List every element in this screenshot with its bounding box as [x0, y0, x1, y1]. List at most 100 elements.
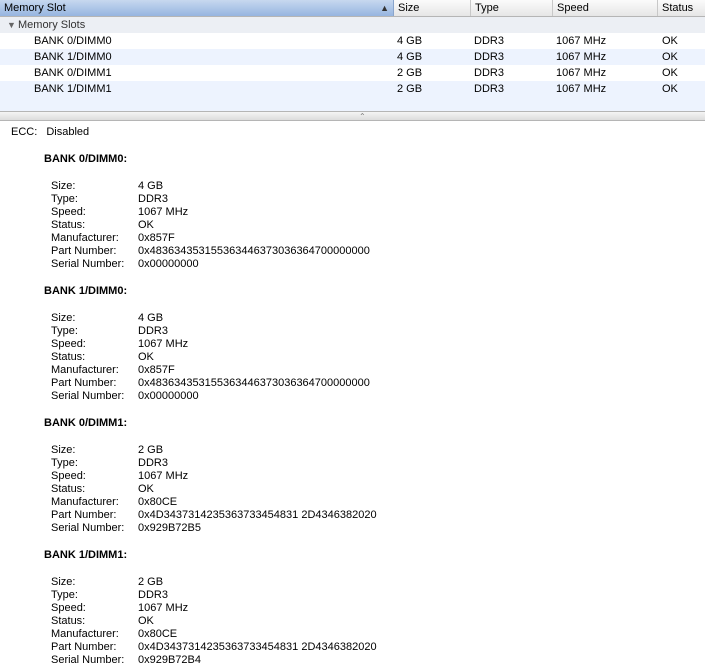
ecc-label: ECC: [11, 126, 38, 138]
manufacturer-value: 0x857F [138, 364, 175, 376]
cell-status: OK [662, 35, 678, 47]
type-value: DDR3 [138, 325, 168, 337]
type-label: Type: [51, 325, 78, 337]
cell-type: DDR3 [474, 67, 504, 79]
size-value: 2 GB [138, 444, 164, 456]
part-number-label: Part Number: [51, 377, 117, 389]
cell-type: DDR3 [474, 83, 504, 95]
table-row[interactable]: BANK 0/DIMM1 2 GB DDR3 1067 MHz OK [0, 65, 705, 81]
speed-value: 1067 MHz [138, 470, 189, 482]
speed-label: Speed: [51, 602, 86, 614]
size-label: Size: [51, 444, 76, 456]
part-number-value: 0x4D3437314235363733454831 2D4346382020 [138, 509, 377, 521]
speed-label: Speed: [51, 338, 86, 350]
manufacturer-value: 0x80CE [138, 628, 178, 640]
serial-number-label: Serial Number: [51, 522, 125, 534]
manufacturer-value: 0x80CE [138, 496, 178, 508]
part-number-label: Part Number: [51, 245, 117, 257]
table-row[interactable]: BANK 1/DIMM0 4 GB DDR3 1067 MHz OK [0, 49, 705, 65]
cell-size: 2 GB [397, 67, 423, 79]
column-header-label: Memory Slot [4, 2, 66, 14]
status-value: OK [138, 351, 154, 363]
manufacturer-value: 0x857F [138, 232, 175, 244]
table-row[interactable]: BANK 0/DIMM0 4 GB DDR3 1067 MHz OK [0, 33, 705, 49]
speed-label: Speed: [51, 206, 86, 218]
serial-number-label: Serial Number: [51, 390, 125, 402]
speed-label: Speed: [51, 470, 86, 482]
part-number-label: Part Number: [51, 641, 117, 653]
column-header-label: Status [662, 2, 694, 14]
speed-value: 1067 MHz [138, 206, 189, 218]
bank-title: BANK 0/DIMM1: [44, 417, 128, 429]
serial-number-value: 0x00000000 [138, 258, 199, 270]
size-value: 2 GB [138, 576, 164, 588]
cell-speed: 1067 MHz [556, 83, 607, 95]
type-value: DDR3 [138, 193, 168, 205]
size-label: Size: [51, 576, 76, 588]
group-row-memory-slots[interactable]: ▼ Memory Slots [0, 17, 705, 33]
serial-number-value: 0x00000000 [138, 390, 199, 402]
serial-number-value: 0x929B72B5 [138, 522, 201, 534]
bank-title: BANK 0/DIMM0: [44, 153, 128, 165]
cell-status: OK [662, 67, 678, 79]
type-value: DDR3 [138, 589, 168, 601]
column-header-size[interactable]: Size [394, 0, 471, 16]
serial-number-value: 0x929B72B4 [138, 654, 201, 666]
column-header-memory-slot[interactable]: Memory Slot ▲ [0, 0, 394, 16]
group-label: Memory Slots [18, 19, 86, 31]
type-label: Type: [51, 589, 78, 601]
table-empty-area [0, 97, 705, 111]
column-header-label: Speed [557, 2, 589, 14]
cell-slot: BANK 0/DIMM0 [34, 35, 112, 47]
size-value: 4 GB [138, 180, 164, 192]
part-number-label: Part Number: [51, 509, 117, 521]
status-value: OK [138, 615, 154, 627]
column-header-label: Type [475, 2, 499, 14]
speed-value: 1067 MHz [138, 602, 189, 614]
sort-ascending-icon: ▲ [380, 3, 389, 13]
column-header-status[interactable]: Status [658, 0, 705, 16]
cell-size: 4 GB [397, 51, 423, 63]
serial-number-label: Serial Number: [51, 654, 125, 666]
size-label: Size: [51, 312, 76, 324]
type-label: Type: [51, 457, 78, 469]
ecc-line: ECC: Disabled [11, 126, 89, 138]
size-label: Size: [51, 180, 76, 192]
column-header-speed[interactable]: Speed [553, 0, 658, 16]
manufacturer-label: Manufacturer: [51, 232, 119, 244]
bank-title: BANK 1/DIMM0: [44, 285, 128, 297]
part-number-value: 0x483634353155363446373036364700000000 [138, 377, 370, 389]
table-header: Memory Slot ▲ Size Type Speed Status [0, 0, 705, 17]
cell-slot: BANK 0/DIMM1 [34, 67, 112, 79]
cell-speed: 1067 MHz [556, 51, 607, 63]
column-header-type[interactable]: Type [471, 0, 553, 16]
speed-value: 1067 MHz [138, 338, 189, 350]
cell-slot: BANK 1/DIMM1 [34, 83, 112, 95]
table-row[interactable]: BANK 1/DIMM1 2 GB DDR3 1067 MHz OK [0, 81, 705, 97]
cell-status: OK [662, 51, 678, 63]
type-value: DDR3 [138, 457, 168, 469]
size-value: 4 GB [138, 312, 164, 324]
splitter-grip-icon[interactable]: ⌃ [359, 112, 366, 121]
cell-speed: 1067 MHz [556, 67, 607, 79]
cell-size: 4 GB [397, 35, 423, 47]
cell-slot: BANK 1/DIMM0 [34, 51, 112, 63]
disclosure-triangle-icon[interactable]: ▼ [7, 17, 16, 33]
split-view-divider[interactable]: ⌃ [0, 111, 705, 121]
status-label: Status: [51, 219, 86, 231]
status-label: Status: [51, 483, 86, 495]
status-value: OK [138, 483, 154, 495]
column-header-label: Size [398, 2, 420, 14]
cell-size: 2 GB [397, 83, 423, 95]
status-label: Status: [51, 351, 86, 363]
manufacturer-label: Manufacturer: [51, 364, 119, 376]
cell-speed: 1067 MHz [556, 35, 607, 47]
status-value: OK [138, 219, 154, 231]
part-number-value: 0x483634353155363446373036364700000000 [138, 245, 370, 257]
part-number-value: 0x4D3437314235363733454831 2D4346382020 [138, 641, 377, 653]
manufacturer-label: Manufacturer: [51, 496, 119, 508]
serial-number-label: Serial Number: [51, 258, 125, 270]
bank-title: BANK 1/DIMM1: [44, 549, 128, 561]
cell-type: DDR3 [474, 51, 504, 63]
details-pane: ECC: Disabled BANK 0/DIMM0: Size: 4 GB T… [0, 122, 705, 668]
